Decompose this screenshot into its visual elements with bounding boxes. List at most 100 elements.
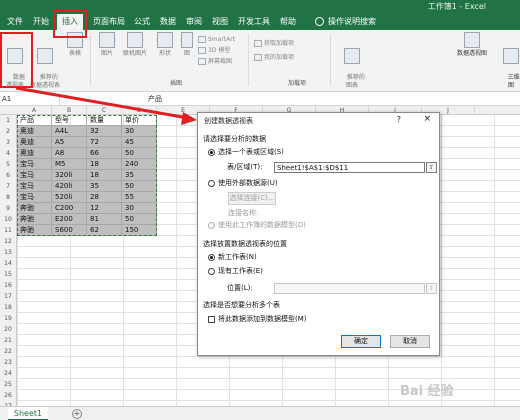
table-cell[interactable]: 45 bbox=[122, 137, 157, 148]
row-header[interactable]: 5 bbox=[0, 159, 16, 170]
table-cell[interactable]: 奔驰 bbox=[17, 203, 52, 214]
row-header[interactable]: 9 bbox=[0, 203, 16, 214]
row-header[interactable]: 3 bbox=[0, 137, 16, 148]
tab-review[interactable]: 审阅 bbox=[183, 14, 205, 30]
tell-me-search[interactable]: 操作说明搜索 bbox=[328, 14, 376, 30]
location-collapse-button[interactable]: ⇧ bbox=[426, 283, 437, 294]
row-header[interactable]: 20 bbox=[0, 324, 16, 335]
table-cell[interactable]: 35 bbox=[87, 181, 122, 192]
column-header[interactable]: B bbox=[52, 106, 87, 115]
radio-data-model[interactable] bbox=[208, 222, 215, 229]
row-header[interactable]: 16 bbox=[0, 280, 16, 291]
row-header[interactable]: 8 bbox=[0, 192, 16, 203]
table-cell[interactable]: 宝马 bbox=[17, 159, 52, 170]
table-cell[interactable]: 50 bbox=[122, 181, 157, 192]
radio-existing-sheet[interactable] bbox=[208, 268, 215, 275]
tab-file[interactable]: 文件 bbox=[4, 14, 26, 30]
tab-developer[interactable]: 开发工具 bbox=[235, 14, 273, 30]
name-box[interactable]: A1 bbox=[0, 93, 60, 105]
sheet-tab-sheet1[interactable]: Sheet1 bbox=[8, 407, 48, 420]
table-cell[interactable]: 240 bbox=[122, 159, 157, 170]
table-cell[interactable]: 18 bbox=[87, 170, 122, 181]
table-cell[interactable]: 520li bbox=[52, 192, 87, 203]
table-cell[interactable]: 62 bbox=[87, 225, 122, 236]
row-header[interactable]: 4 bbox=[0, 148, 16, 159]
recommended-charts-button[interactable]: 推荐的 图表 bbox=[338, 32, 366, 98]
tab-data[interactable]: 数据 bbox=[157, 14, 179, 30]
table-cell[interactable]: S600 bbox=[52, 225, 87, 236]
location-input[interactable] bbox=[274, 283, 425, 294]
table-cell[interactable]: 单价（万） bbox=[122, 115, 157, 135]
table-cell[interactable]: E200 bbox=[52, 214, 87, 225]
row-header[interactable]: 26 bbox=[0, 390, 16, 401]
recommended-pivot-button[interactable]: 推荐的 数据透视表 bbox=[30, 32, 60, 98]
3d-model-button[interactable]: 3D 模型 bbox=[198, 47, 230, 55]
table-cell[interactable]: M5 bbox=[52, 159, 87, 170]
row-header[interactable]: 11 bbox=[0, 225, 16, 236]
row-header[interactable]: 23 bbox=[0, 357, 16, 368]
column-header[interactable]: D bbox=[122, 106, 157, 115]
table-cell[interactable]: 81 bbox=[87, 214, 122, 225]
tab-help[interactable]: 帮助 bbox=[277, 14, 299, 30]
row-header[interactable]: 10 bbox=[0, 214, 16, 225]
table-cell[interactable]: 奔驰 bbox=[17, 214, 52, 225]
formula-input[interactable]: 产品 bbox=[148, 93, 162, 105]
range-input[interactable] bbox=[274, 162, 425, 173]
row-header[interactable]: 22 bbox=[0, 346, 16, 357]
my-addins-button[interactable]: 我的加载项 bbox=[254, 54, 294, 62]
row-header[interactable]: 15 bbox=[0, 269, 16, 280]
table-cell[interactable]: 奔驰 bbox=[17, 225, 52, 236]
table-cell[interactable]: A5 bbox=[52, 137, 87, 148]
cancel-button[interactable]: 取消 bbox=[390, 335, 430, 348]
table-cell[interactable]: A8 bbox=[52, 148, 87, 159]
range-collapse-button[interactable]: ⇧ bbox=[426, 162, 437, 173]
table-cell[interactable]: 150 bbox=[122, 225, 157, 236]
table-cell[interactable]: 32 bbox=[87, 126, 122, 137]
icons-button[interactable]: 图 bbox=[180, 32, 194, 58]
table-cell[interactable]: 宝马 bbox=[17, 192, 52, 203]
row-header[interactable]: 14 bbox=[0, 258, 16, 269]
table-cell[interactable]: 72 bbox=[87, 137, 122, 148]
table-cell[interactable]: 420li bbox=[52, 181, 87, 192]
add-sheet-button[interactable]: + bbox=[72, 409, 82, 419]
row-header[interactable]: 6 bbox=[0, 170, 16, 181]
column-header[interactable]: C bbox=[87, 106, 122, 115]
table-cell[interactable]: 产品 bbox=[17, 115, 52, 126]
tab-page-layout[interactable]: 页面布局 bbox=[88, 14, 130, 30]
row-header[interactable]: 24 bbox=[0, 368, 16, 379]
online-picture-button[interactable]: 联机图片 bbox=[120, 32, 150, 58]
row-header[interactable]: 18 bbox=[0, 302, 16, 313]
screenshot-button[interactable]: 屏幕截图 bbox=[198, 58, 232, 66]
table-cell[interactable]: 奥迪 bbox=[17, 148, 52, 159]
table-cell[interactable]: 50 bbox=[122, 148, 157, 159]
table-cell[interactable]: 18 bbox=[87, 159, 122, 170]
table-cell[interactable]: 35 bbox=[122, 170, 157, 181]
table-cell[interactable]: 宝马 bbox=[17, 181, 52, 192]
picture-button[interactable]: 图片 bbox=[96, 32, 118, 58]
tab-view[interactable]: 视图 bbox=[209, 14, 231, 30]
row-header[interactable]: 1 bbox=[0, 115, 16, 126]
get-addins-button[interactable]: 获取加载项 bbox=[254, 40, 294, 48]
radio-new-sheet[interactable] bbox=[208, 254, 215, 261]
close-button[interactable]: × bbox=[423, 114, 431, 124]
radio-select-range[interactable] bbox=[208, 149, 215, 156]
row-header[interactable]: 7 bbox=[0, 181, 16, 192]
row-header[interactable]: 13 bbox=[0, 247, 16, 258]
pivot-chart-button[interactable]: 数据透视图 bbox=[452, 32, 492, 58]
row-header[interactable]: 12 bbox=[0, 236, 16, 247]
table-cell[interactable]: 50 bbox=[122, 214, 157, 225]
3d-map-button[interactable]: 三维地 图 bbox=[500, 32, 520, 98]
tab-home[interactable]: 开始 bbox=[30, 14, 52, 30]
row-header[interactable]: 2 bbox=[0, 126, 16, 137]
row-header[interactable]: 25 bbox=[0, 379, 16, 390]
table-cell[interactable]: 型号 bbox=[52, 115, 87, 126]
help-button[interactable]: ? bbox=[397, 115, 401, 124]
table-cell[interactable]: 320li bbox=[52, 170, 87, 181]
radio-external-source[interactable] bbox=[208, 180, 215, 187]
table-cell[interactable]: 宝马 bbox=[17, 170, 52, 181]
smartart-button[interactable]: SmartArt bbox=[198, 36, 235, 44]
row-header[interactable]: 19 bbox=[0, 313, 16, 324]
table-cell[interactable]: 数量 bbox=[87, 115, 122, 126]
shapes-button[interactable]: 形状 bbox=[154, 32, 176, 58]
table-cell[interactable]: A4L bbox=[52, 126, 87, 137]
